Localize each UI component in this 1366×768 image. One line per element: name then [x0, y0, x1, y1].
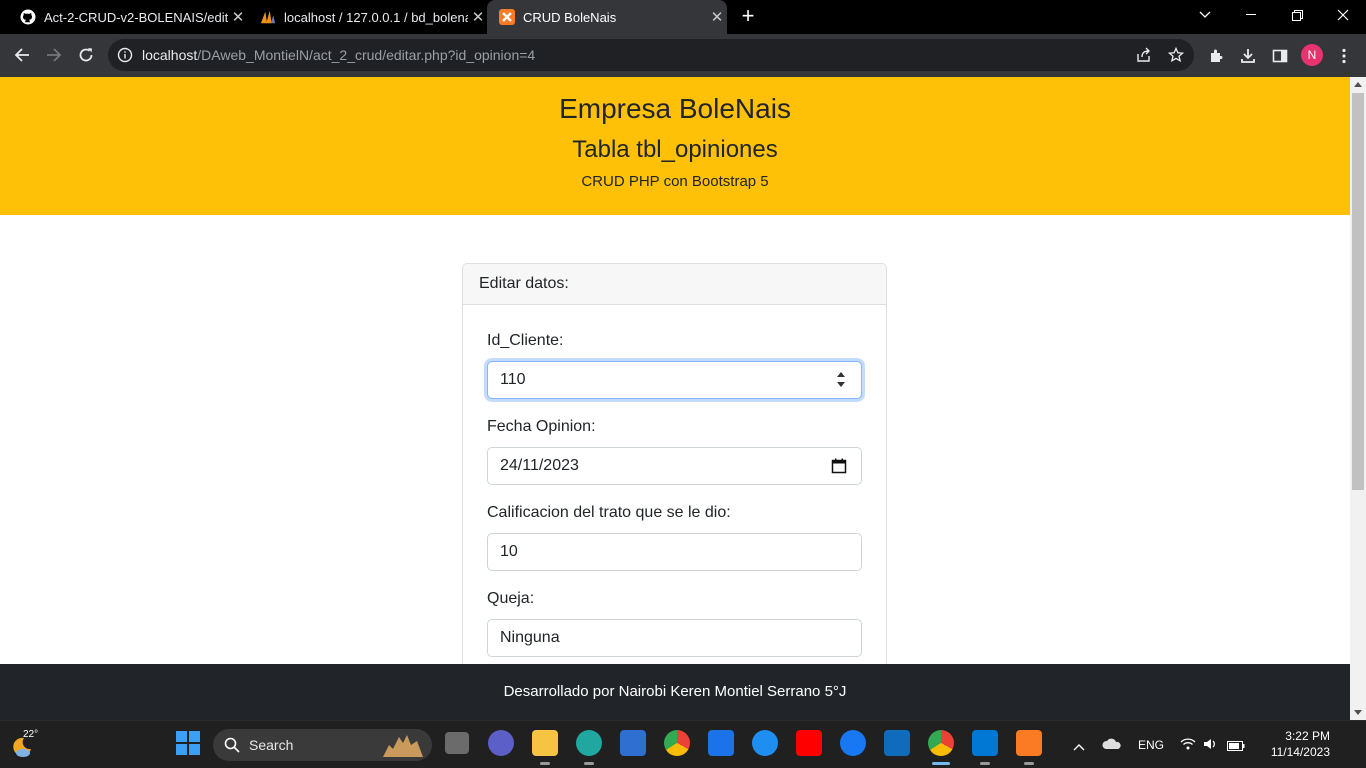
page-footer: Desarrollado por Nairobi Keren Montiel S… [0, 664, 1350, 720]
myhp-icon[interactable] [708, 730, 734, 756]
vscode-icon[interactable] [972, 730, 998, 756]
menu-kebab-icon[interactable] [1333, 45, 1355, 67]
tab-crud-bolenais[interactable]: CRUD BoleNais ✕ [487, 0, 727, 34]
url-path: /DAweb_MontielN/act_2_crud/editar.php?id… [197, 47, 536, 63]
tab-label: Act-2-CRUD-v2-BOLENAIS/edita [44, 9, 228, 25]
fecha-opinion-value: 24/11/2023 [500, 457, 579, 474]
url-host: localhost [142, 47, 198, 63]
page-header: Empresa BoleNais Tabla tbl_opiniones CRU… [0, 77, 1350, 215]
scrollbar-thumb[interactable] [1352, 93, 1364, 490]
queja-label: Queja: [487, 590, 535, 607]
clock-time: 3:22 PM [1285, 729, 1330, 743]
running-indicator [980, 762, 990, 765]
wifi-icon[interactable] [1180, 737, 1196, 755]
phpmyadmin-icon [260, 9, 276, 25]
xampp-taskbar-icon[interactable] [1016, 730, 1042, 756]
back-icon[interactable] [7, 40, 37, 70]
forward-icon[interactable] [39, 40, 69, 70]
minimize-button[interactable] [1228, 0, 1274, 30]
search-label: Search [249, 737, 294, 753]
calendar-icon[interactable] [831, 458, 847, 474]
close-icon[interactable]: ✕ [468, 8, 488, 26]
battery-icon[interactable] [1227, 738, 1245, 756]
fecha-opinion-label: Fecha Opinion: [487, 418, 596, 435]
address-bar[interactable]: localhost/DAweb_MontielN/act_2_crud/edit… [108, 39, 1194, 71]
language-indicator[interactable]: ENG [1138, 738, 1164, 752]
task-view-icon[interactable] [445, 732, 469, 754]
windows-taskbar: 22° Search ENG 3:22 PM 11/14/2023 [0, 720, 1366, 768]
download-icon[interactable] [1237, 45, 1259, 67]
new-tab-button[interactable]: + [736, 4, 760, 30]
close-icon[interactable]: ✕ [228, 8, 248, 26]
tab-phpmyadmin[interactable]: localhost / 127.0.0.1 / bd_bolena ✕ [248, 0, 488, 34]
weather-widget[interactable]: 22° [10, 729, 44, 761]
store-icon[interactable] [620, 730, 646, 756]
chrome-icon[interactable] [664, 730, 690, 756]
restore-button[interactable] [1274, 0, 1320, 30]
search-highlight-icon [381, 733, 425, 762]
github-icon [20, 9, 36, 25]
edit-form-card: Editar datos: Id_Cliente: 110 Fecha Opin… [462, 263, 887, 720]
tab-label: CRUD BoleNais [523, 9, 617, 25]
chrome-profile-icon[interactable] [928, 730, 954, 756]
scroll-down-icon[interactable] [1354, 710, 1362, 715]
chevron-up-icon[interactable] [1073, 738, 1085, 756]
help-icon[interactable] [752, 730, 778, 756]
bookmark-star-icon[interactable] [1166, 45, 1186, 65]
calificacion-input[interactable]: 10 [487, 533, 862, 571]
meet-chat-icon[interactable] [488, 730, 514, 756]
page-viewport: Empresa BoleNais Tabla tbl_opiniones CRU… [0, 77, 1350, 720]
reload-icon[interactable] [71, 40, 101, 70]
weather-temp: 22° [23, 729, 39, 740]
url-text: localhost/DAweb_MontielN/act_2_crud/edit… [142, 47, 535, 63]
page-tagline: CRUD PHP con Bootstrap 5 [581, 173, 769, 190]
running-indicator [540, 762, 550, 765]
info-icon[interactable] [117, 47, 133, 63]
close-icon[interactable]: ✕ [707, 8, 727, 26]
edge-icon[interactable] [576, 730, 602, 756]
volume-icon[interactable] [1203, 737, 1217, 755]
calificacion-value: 10 [500, 543, 518, 560]
running-indicator [1024, 762, 1034, 765]
page-scrollbar[interactable] [1350, 77, 1366, 720]
id-cliente-value: 110 [500, 371, 526, 388]
queja-input[interactable]: Ninguna [487, 619, 862, 657]
extensions-icon[interactable] [1205, 45, 1227, 67]
running-indicator [584, 762, 594, 765]
close-window-button[interactable] [1320, 0, 1366, 30]
scroll-up-icon[interactable] [1354, 82, 1362, 87]
profile-avatar[interactable]: N [1301, 44, 1323, 66]
calificacion-label: Calificacion del trato que se le dio: [487, 504, 731, 521]
card-header: Editar datos: [463, 264, 886, 305]
outlook-icon[interactable] [884, 730, 910, 756]
youtube-icon[interactable] [796, 730, 822, 756]
clock-date: 11/14/2023 [1270, 745, 1330, 759]
onedrive-cloud-icon[interactable] [1102, 737, 1122, 755]
tab-github[interactable]: Act-2-CRUD-v2-BOLENAIS/edita ✕ [8, 0, 248, 34]
share-icon[interactable] [1134, 45, 1154, 65]
fecha-opinion-input[interactable]: 24/11/2023 [487, 447, 862, 485]
page-title: Empresa BoleNais [559, 93, 791, 124]
search-icon [224, 737, 240, 758]
tab-search-icon[interactable] [1182, 0, 1228, 30]
facebook-icon[interactable] [840, 730, 866, 756]
page-subtitle: Tabla tbl_opiniones [572, 136, 778, 163]
browser-toolbar: localhost/DAweb_MontielN/act_2_crud/edit… [0, 34, 1366, 77]
xampp-icon [499, 9, 515, 25]
id-cliente-label: Id_Cliente: [487, 332, 564, 349]
side-panel-icon[interactable] [1269, 45, 1291, 67]
active-indicator [932, 762, 950, 765]
tab-label: localhost / 127.0.0.1 / bd_bolena [284, 9, 468, 25]
file-explorer-icon[interactable] [532, 730, 558, 756]
queja-value: Ninguna [500, 629, 560, 646]
id-cliente-input[interactable]: 110 [487, 361, 862, 399]
windows-start-icon[interactable] [175, 730, 201, 756]
system-clock[interactable]: 3:22 PM 11/14/2023 [1258, 728, 1330, 760]
browser-tab-bar: Act-2-CRUD-v2-BOLENAIS/edita ✕ localhost… [0, 0, 1366, 34]
number-stepper-icon[interactable] [837, 371, 847, 389]
taskbar-search[interactable]: Search [213, 729, 432, 761]
